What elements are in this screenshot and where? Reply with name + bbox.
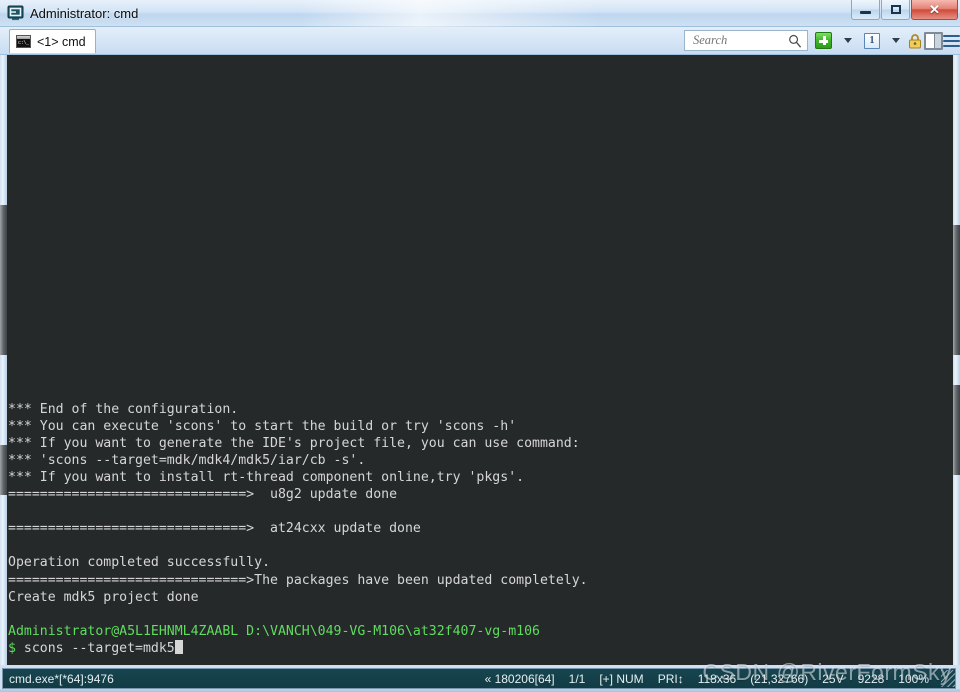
search-icon[interactable] <box>788 34 802 48</box>
status-item: (21,32766) <box>750 671 809 686</box>
terminal-prompt-line: $ scons --target=mdk5 <box>7 639 953 657</box>
maximize-icon <box>882 0 909 19</box>
status-item: 1/1 <box>568 671 586 686</box>
new-tab-button[interactable] <box>815 30 832 51</box>
menu-button[interactable] <box>943 30 960 51</box>
padlock-icon <box>909 33 921 48</box>
toolbar: <1> cmd 1 <box>0 27 960 55</box>
split-panel-button[interactable] <box>924 30 943 51</box>
window-index-dropdown[interactable] <box>892 30 900 51</box>
status-item: « 180206[64] <box>484 671 555 686</box>
terminal-cursor <box>174 639 183 654</box>
terminal-line: Operation completed successfully. <box>8 555 271 571</box>
scrollbar-right-thumb[interactable] <box>953 225 960 355</box>
number-one-icon: 1 <box>864 32 880 49</box>
terminal-line: *** If you want to generate the IDE's pr… <box>8 435 580 451</box>
minimize-button[interactable] <box>851 0 880 20</box>
scrollbar-left[interactable] <box>0 55 7 665</box>
scrollbar-right[interactable] <box>953 55 960 665</box>
status-bar: cmd.exe*[*64]:9476 « 180206[64] 1/1 [+] NU… <box>2 668 956 689</box>
tab-cmd[interactable]: <1> cmd <box>9 29 96 53</box>
close-button[interactable]: ✕ <box>911 0 958 20</box>
status-item: 118x36 <box>697 671 737 686</box>
terminal-line: *** End of the configuration. <box>8 401 239 417</box>
console-window: Administrator: cmd ✕ <1> cmd <box>0 0 960 692</box>
terminal-lines: *** End of the configuration. *** You can… <box>7 401 953 657</box>
status-item: [+] NUM <box>599 671 644 686</box>
title-bar: Administrator: cmd ✕ <box>0 0 960 27</box>
terminal-line: Administrator@A5L1EHNML4ZAABL D:\VANCH\0… <box>8 623 540 639</box>
status-item: 25V <box>822 671 844 686</box>
resize-grip-icon[interactable] <box>941 670 955 687</box>
title-bar-glow <box>300 0 600 27</box>
cmd-console-icon <box>16 35 31 48</box>
scrollbar-left-thumb[interactable] <box>0 205 7 355</box>
terminal-line: ==============================>The packa… <box>8 572 588 588</box>
green-plus-icon <box>815 32 832 49</box>
terminal-line: *** 'scons --target=mdk/mdk4/mdk5/iar/cb… <box>8 452 366 468</box>
minimize-icon <box>852 0 879 19</box>
scrollbar-right-thumb-2[interactable] <box>953 385 960 475</box>
status-item: 9228 <box>857 671 885 686</box>
terminal-output[interactable]: *** End of the configuration. *** You can… <box>7 55 953 665</box>
search-box[interactable] <box>684 30 808 51</box>
terminal-line: *** You can execute 'scons' to start the… <box>8 418 517 434</box>
close-icon: ✕ <box>929 1 940 17</box>
status-item: 100% <box>898 671 929 686</box>
split-panel-icon <box>924 31 943 50</box>
window-index-button[interactable]: 1 <box>864 30 880 51</box>
window-controls: ✕ <box>850 0 958 22</box>
console-icon <box>7 5 24 21</box>
chevron-down-icon-2 <box>892 38 900 43</box>
scrollbar-left-thumb-2[interactable] <box>0 445 7 495</box>
status-process: cmd.exe*[*64]:9476 <box>9 671 114 686</box>
window-title: Administrator: cmd <box>30 6 139 21</box>
lock-button[interactable] <box>908 30 922 51</box>
hamburger-menu-icon <box>943 34 960 48</box>
terminal-line: ==============================> u8g2 upd… <box>8 487 398 503</box>
prompt-command: scons --target=mdk5 <box>15 640 175 656</box>
maximize-button[interactable] <box>881 0 910 20</box>
prompt-sign: $ <box>8 640 16 656</box>
terminal-area: *** End of the configuration. *** You can… <box>0 55 960 665</box>
chevron-down-icon <box>844 38 852 43</box>
tab-cmd-label: <1> cmd <box>37 34 86 49</box>
new-tab-dropdown[interactable] <box>844 30 852 51</box>
terminal-line: ==============================> at24cxx … <box>8 521 421 537</box>
status-info-group: « 180206[64] 1/1 [+] NUM PRI↕ 118x36 (21,3276… <box>485 672 939 686</box>
search-input[interactable] <box>691 32 789 49</box>
status-item: PRI↕ <box>657 671 684 686</box>
terminal-line: *** If you want to install rt-thread com… <box>8 469 525 485</box>
terminal-line: Create mdk5 project done <box>8 589 199 605</box>
